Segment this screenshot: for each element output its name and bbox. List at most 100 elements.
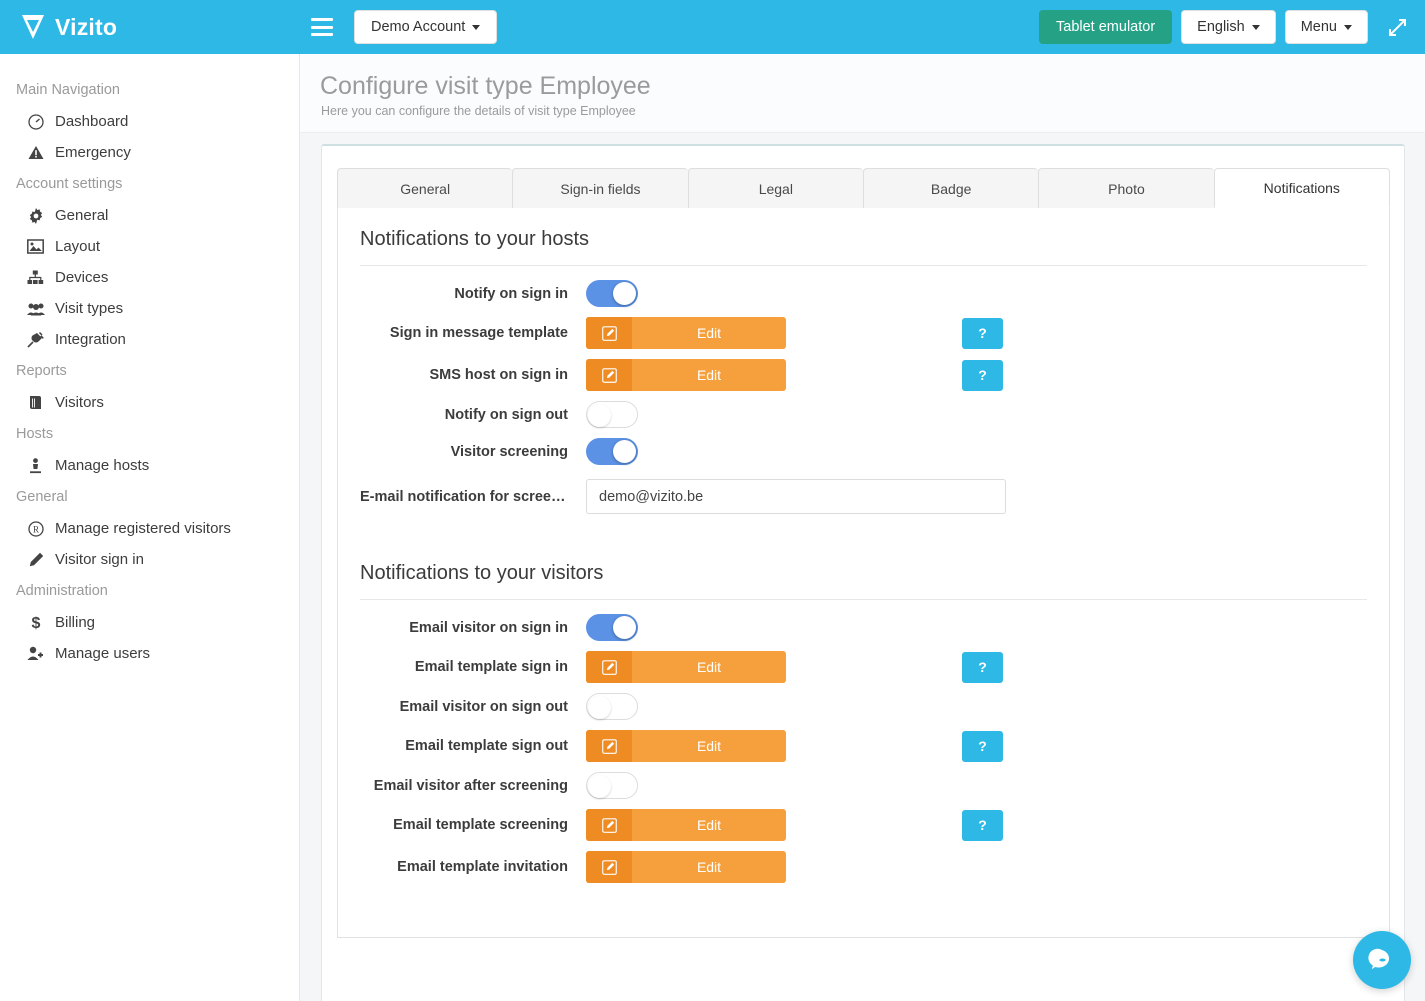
- image-icon: [26, 237, 45, 256]
- visitor-screening-toggle[interactable]: [586, 438, 638, 465]
- row-email-template-invitation: Email template invitation Edit: [360, 851, 1367, 883]
- svg-text:$: $: [31, 615, 40, 631]
- sidebar-item-billing[interactable]: $ Billing: [0, 607, 299, 638]
- sms-host-on-sign-in-edit-button[interactable]: Edit: [586, 359, 786, 391]
- row-label: Email template invitation: [397, 859, 568, 875]
- row-label: Email template screening: [393, 817, 568, 833]
- sitemap-icon: [26, 268, 45, 287]
- email-template-invitation-edit-button[interactable]: Edit: [586, 851, 786, 883]
- svg-text:R: R: [32, 524, 38, 534]
- sidebar-item-manage-hosts[interactable]: Manage hosts: [0, 450, 299, 481]
- sidebar-item-label: Devices: [55, 269, 109, 286]
- email-template-screening-help-button[interactable]: ?: [962, 809, 1003, 841]
- sidebar-group-header: Main Navigation: [16, 82, 120, 98]
- gear-icon: [26, 206, 45, 225]
- topbar-actions: Tablet emulator English Menu: [1039, 10, 1425, 44]
- sidebar-item-devices[interactable]: Devices: [0, 262, 299, 293]
- sidebar-item-label: Visitor sign in: [55, 551, 144, 568]
- sms-host-on-sign-in-help-button[interactable]: ?: [962, 359, 1003, 391]
- plug-icon: [26, 330, 45, 349]
- sign-in-message-template-edit-button[interactable]: Edit: [586, 317, 786, 349]
- row-label: E-mail notification for screen…: [360, 488, 575, 505]
- email-visitor-on-sign-in-toggle[interactable]: [586, 614, 638, 641]
- screening-email-input[interactable]: [586, 479, 1006, 514]
- row-label: Email template sign in: [414, 659, 568, 675]
- sidebar-item-emergency[interactable]: Emergency: [0, 137, 299, 168]
- sidebar-item-label: Manage users: [55, 645, 151, 662]
- email-template-screening-edit-button[interactable]: Edit: [586, 809, 786, 841]
- brand-logo-area[interactable]: Vizito: [0, 0, 300, 54]
- tab-notifications[interactable]: Notifications: [1213, 168, 1390, 208]
- sidebar-item-label: Dashboard: [55, 113, 129, 130]
- email-template-sign-in-edit-button[interactable]: Edit: [586, 651, 786, 683]
- edit-pencil-square-icon: [586, 651, 632, 683]
- sidebar-item-label: Emergency: [55, 144, 131, 161]
- tab-legal[interactable]: Legal: [687, 168, 863, 208]
- sidebar-item-dashboard[interactable]: Dashboard: [0, 106, 299, 137]
- pencil-icon: [26, 550, 45, 569]
- chat-bubble-icon[interactable]: [1353, 931, 1411, 989]
- email-template-sign-in-help-button[interactable]: ?: [962, 651, 1003, 683]
- sidebar-item-manage-users[interactable]: Manage users: [0, 638, 299, 669]
- edit-pencil-square-icon: [586, 359, 632, 391]
- row-label: Email template sign out: [405, 738, 568, 754]
- chevron-down-icon: [472, 24, 481, 30]
- sidebar-item-label: General: [55, 207, 109, 224]
- edit-pencil-square-icon: [586, 809, 632, 841]
- user-plus-icon: [26, 644, 45, 663]
- notifications-panel: Notifications to your hosts Notify on si…: [337, 208, 1390, 938]
- row-label: Notify on sign out: [444, 406, 568, 423]
- email-template-sign-out-help-button[interactable]: ?: [962, 730, 1003, 762]
- top-bar: Vizito Demo Account Tablet emulator Engl…: [0, 0, 1425, 54]
- sidebar-group-header: Hosts: [16, 426, 54, 442]
- tab-photo[interactable]: Photo: [1038, 168, 1214, 208]
- toggle-knob: [613, 440, 636, 463]
- language-dropdown-button[interactable]: English: [1181, 10, 1276, 44]
- row-email-notification-for-screening: E-mail notification for screen…: [360, 479, 1367, 514]
- notify-on-sign-out-toggle[interactable]: [586, 401, 638, 428]
- tab-general[interactable]: General: [337, 168, 513, 208]
- row-email-template-sign-in: Email template sign in Edit ?: [360, 651, 1367, 683]
- email-template-sign-out-edit-button[interactable]: Edit: [586, 730, 786, 762]
- row-notify-on-sign-out: Notify on sign out: [360, 401, 1367, 428]
- hosts-section-title: Notifications to your hosts: [360, 228, 1367, 266]
- toggle-knob: [588, 404, 611, 427]
- toggle-knob: [588, 775, 611, 798]
- edit-button-label: Edit: [696, 367, 722, 383]
- sidebar-item-label: Manage registered visitors: [55, 520, 231, 537]
- sidebar-item-label: Manage hosts: [55, 457, 150, 474]
- row-email-visitor-after-screening: Email visitor after screening: [360, 772, 1367, 799]
- menu-dropdown-button[interactable]: Menu: [1284, 10, 1368, 44]
- toggle-knob: [613, 282, 636, 305]
- brand-name: Vizito: [55, 13, 118, 40]
- sidebar-item-visitor-sign-in[interactable]: Visitor sign in: [0, 544, 299, 575]
- tab-sign-in-fields[interactable]: Sign-in fields: [512, 168, 688, 208]
- edit-button-label: Edit: [696, 817, 722, 833]
- notify-on-sign-in-toggle[interactable]: [586, 280, 638, 307]
- expand-fullscreen-icon[interactable]: [1383, 13, 1411, 41]
- page-subtitle: Here you can configure the details of vi…: [321, 103, 636, 118]
- sign-in-message-template-help-button[interactable]: ?: [962, 317, 1003, 349]
- email-visitor-on-sign-out-toggle[interactable]: [586, 693, 638, 720]
- sidebar-item-layout[interactable]: Layout: [0, 231, 299, 262]
- row-label: Email visitor after screening: [373, 777, 568, 794]
- edit-button-label: Edit: [696, 738, 722, 754]
- sidebar-item-label: Billing: [55, 614, 96, 631]
- sidebar-item-visitors[interactable]: Visitors: [0, 387, 299, 418]
- sidebar-item-label: Visitors: [55, 394, 104, 411]
- hamburger-menu-icon[interactable]: [311, 18, 333, 36]
- sidebar-item-manage-registered-visitors[interactable]: R Manage registered visitors: [0, 513, 299, 544]
- book-icon: [26, 393, 45, 412]
- edit-pencil-square-icon: [586, 851, 632, 883]
- tab-badge[interactable]: Badge: [862, 168, 1039, 208]
- sidebar-group-header: Administration: [16, 583, 108, 599]
- sidebar-item-visit-types[interactable]: Visit types: [0, 293, 299, 324]
- account-dropdown-button[interactable]: Demo Account: [354, 10, 498, 44]
- tablet-emulator-button[interactable]: Tablet emulator: [1039, 10, 1173, 44]
- sidebar-item-integration[interactable]: Integration: [0, 324, 299, 355]
- email-visitor-after-screening-toggle[interactable]: [586, 772, 638, 799]
- row-sms-host-on-sign-in: SMS host on sign in Edit ?: [360, 359, 1367, 391]
- sidebar-item-label: Integration: [55, 331, 126, 348]
- users-group-icon: [26, 299, 45, 318]
- sidebar-item-general[interactable]: General: [0, 200, 299, 231]
